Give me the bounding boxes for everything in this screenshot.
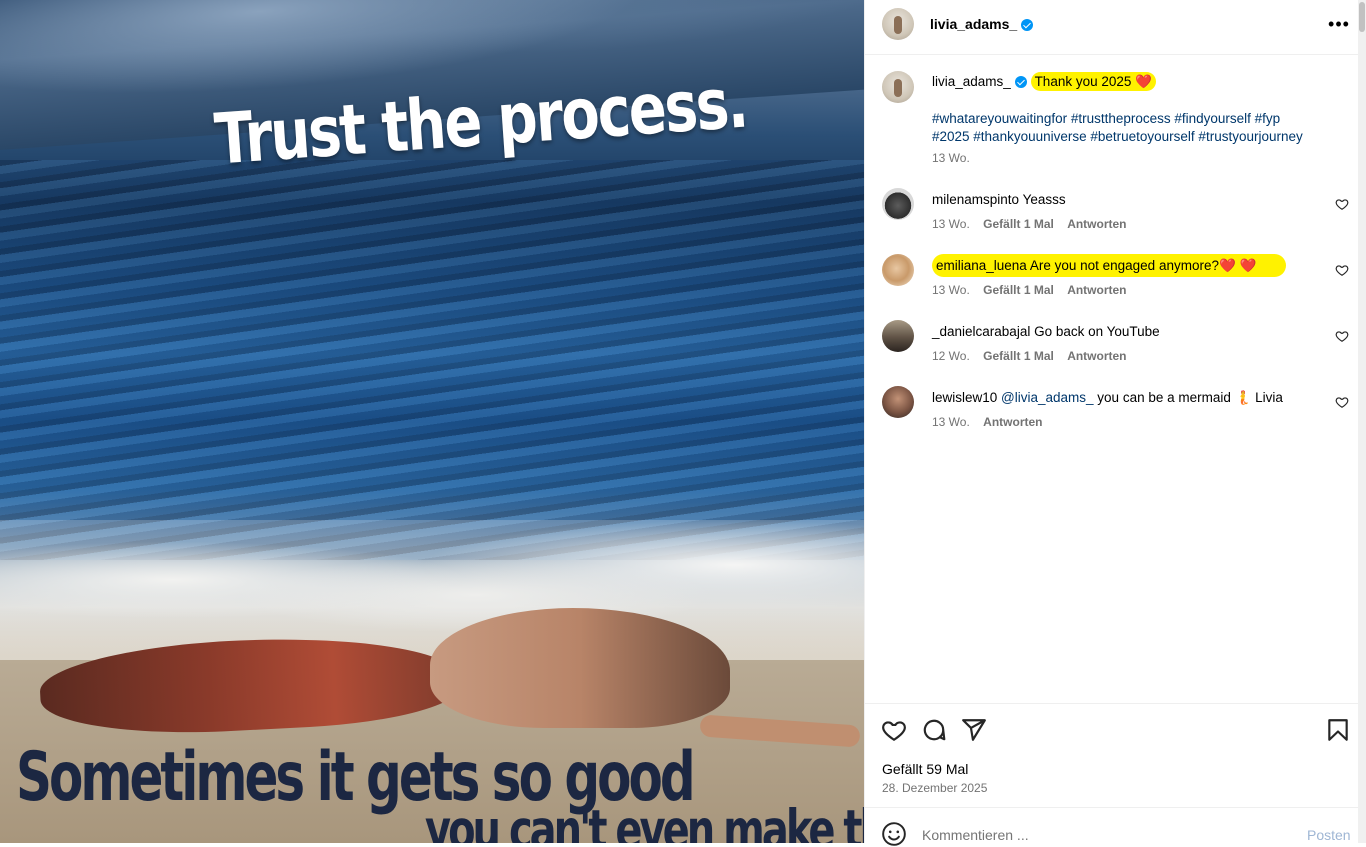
- post-hashtags: #whatareyouwaitingfor #trusttheprocess #…: [932, 110, 1303, 146]
- comment-text: Go back on YouTube: [1034, 324, 1160, 339]
- comment-avatar[interactable]: [882, 188, 914, 220]
- comment-avatar[interactable]: [882, 320, 914, 352]
- post-time: 13 Wo.: [932, 151, 970, 165]
- comment-meta: 13 Wo. Antworten: [932, 415, 1042, 429]
- comment-username[interactable]: lewislew10: [932, 390, 997, 405]
- header-username-row[interactable]: livia_adams_: [930, 16, 1034, 32]
- scrollbar-thumb[interactable]: [1359, 2, 1365, 32]
- comment-likes[interactable]: Gefällt 1 Mal: [983, 349, 1054, 363]
- image-foam: [0, 520, 864, 670]
- comment-meta: 12 Wo. Gefällt 1 Mal Antworten: [932, 349, 1127, 363]
- emoji-icon[interactable]: [881, 821, 907, 847]
- comment-likes[interactable]: Gefällt 1 Mal: [983, 283, 1054, 297]
- comment-icon[interactable]: [921, 717, 947, 743]
- bookmark-icon[interactable]: [1325, 717, 1351, 743]
- comment-meta: 13 Wo. Gefällt 1 Mal Antworten: [932, 283, 1127, 297]
- post-caption: livia_adams_ Thank you 2025 ❤️: [932, 72, 1156, 91]
- verified-badge-icon: [1021, 19, 1034, 32]
- input-divider: [865, 807, 1359, 808]
- header-divider: [865, 54, 1359, 55]
- more-horizontal-icon[interactable]: •••: [1327, 12, 1351, 36]
- scrollbar[interactable]: [1358, 0, 1366, 843]
- comment-row: _danielcarabajal Go back on YouTube: [932, 324, 1160, 339]
- hashtags-line2[interactable]: #2025 #thankyouuniverse #betruetoyoursel…: [932, 128, 1303, 146]
- comment-row: lewislew10 @livia_adams_ you can be a me…: [932, 390, 1283, 406]
- comment-reply-button[interactable]: Antworten: [1067, 349, 1126, 363]
- post-author-avatar[interactable]: [882, 71, 914, 103]
- comment-time: 12 Wo.: [932, 349, 970, 363]
- heart-icon[interactable]: [881, 717, 907, 743]
- image-caption-line2: you can't even make that up: [425, 800, 864, 843]
- comment-input[interactable]: [922, 827, 1272, 843]
- comment-highlight: emiliana_luena Are you not engaged anymo…: [932, 254, 1287, 277]
- comment-like-heart-icon[interactable]: [1335, 263, 1349, 277]
- post-comment-button[interactable]: Posten: [1307, 827, 1351, 843]
- comment-like-heart-icon[interactable]: [1335, 395, 1349, 409]
- comment-like-heart-icon[interactable]: [1335, 197, 1349, 211]
- likes-count[interactable]: Gefällt 59 Mal: [882, 761, 968, 777]
- post-date: 28. Dezember 2025: [882, 781, 988, 795]
- comment-avatar[interactable]: [882, 386, 914, 418]
- comment-row: emiliana_luena Are you not engaged anymo…: [932, 254, 1287, 277]
- comment-username[interactable]: milenamspinto: [932, 192, 1019, 207]
- comment-reply-button[interactable]: Antworten: [1067, 217, 1126, 231]
- comment-time: 13 Wo.: [932, 415, 970, 429]
- comment-username[interactable]: emiliana_luena: [936, 258, 1027, 273]
- comment-avatar[interactable]: [882, 254, 914, 286]
- verified-badge-icon: [1014, 76, 1027, 89]
- comment-time: 13 Wo.: [932, 217, 970, 231]
- post-image[interactable]: Trust the process. Sometimes it gets so …: [0, 0, 864, 843]
- header-avatar[interactable]: [882, 8, 914, 40]
- comment-mention[interactable]: @livia_adams_: [1001, 390, 1094, 405]
- post-author-username[interactable]: livia_adams_: [932, 74, 1011, 89]
- comment-text: you can be a mermaid 🧜 Livia: [1093, 390, 1283, 405]
- comment-text: Are you not engaged anymore?❤️ ❤️: [1029, 258, 1257, 273]
- image-mermaid-body: [430, 608, 730, 728]
- comment-text: Yeasss: [1022, 192, 1066, 207]
- post-details-panel: livia_adams_ ••• livia_adams_ Thank you …: [864, 0, 1359, 846]
- comment-time: 13 Wo.: [932, 283, 970, 297]
- header-username[interactable]: livia_adams_: [930, 16, 1017, 32]
- image-waves: [0, 160, 864, 560]
- comment-like-heart-icon[interactable]: [1335, 329, 1349, 343]
- comment-reply-button[interactable]: Antworten: [1067, 283, 1126, 297]
- comment-username[interactable]: _danielcarabajal: [932, 324, 1030, 339]
- send-icon[interactable]: [961, 717, 987, 743]
- actions-divider: [865, 703, 1359, 704]
- comment-meta: 13 Wo. Gefällt 1 Mal Antworten: [932, 217, 1127, 231]
- comment-row: milenamspinto Yeasss: [932, 192, 1066, 207]
- post-text: Thank you 2025 ❤️: [1030, 72, 1156, 91]
- comment-reply-button[interactable]: Antworten: [983, 415, 1042, 429]
- comment-likes[interactable]: Gefällt 1 Mal: [983, 217, 1054, 231]
- hashtags-line1[interactable]: #whatareyouwaitingfor #trusttheprocess #…: [932, 110, 1303, 128]
